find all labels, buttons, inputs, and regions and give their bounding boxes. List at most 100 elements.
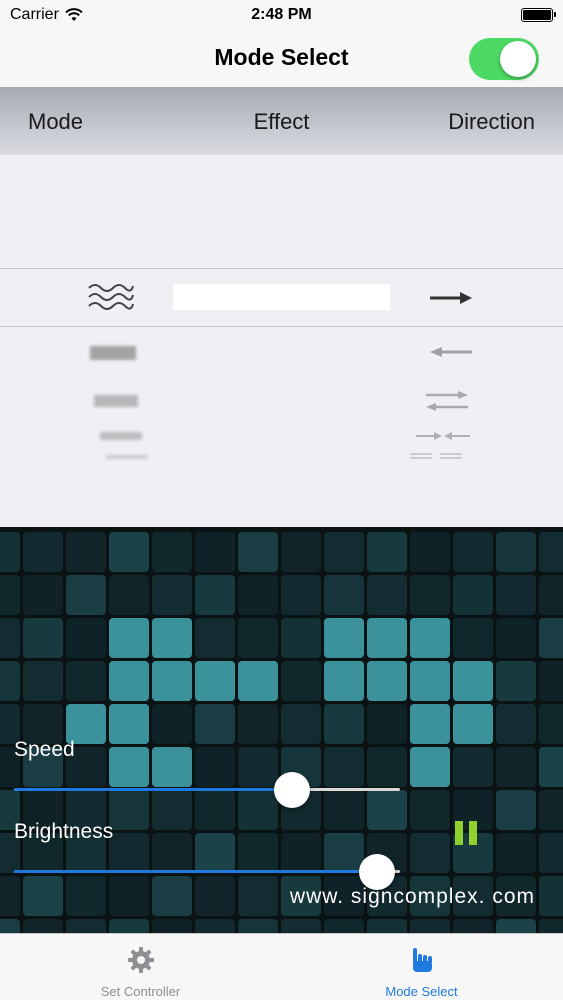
mode-picker[interactable] [0,155,563,527]
led-cell [195,919,235,933]
led-cell [410,661,450,701]
led-cell [539,833,563,873]
led-cell [23,919,63,933]
led-cell [324,532,364,572]
led-cell [367,661,407,701]
mode-option-faded [94,395,138,407]
pause-icon-bar [469,821,477,845]
tab-label: Mode Select [385,984,458,999]
hand-pointer-icon [413,948,432,972]
tab-label: Set Controller [100,984,181,999]
led-cell [410,790,450,830]
mode-option-faded [100,432,142,440]
arrows-outward-icon [410,453,462,459]
speed-label: Speed [14,738,75,761]
speed-slider-thumb[interactable] [273,772,310,808]
led-cell [367,919,407,933]
led-cell [324,618,364,658]
led-cell [152,575,192,615]
gear-icon [128,947,154,973]
tab-bar: Set Controller Mode Select [0,933,563,1000]
led-cell [453,704,493,744]
led-cell [410,704,450,744]
led-cell [496,833,536,873]
led-cell [367,704,407,744]
nav-bar: Mode Select [0,30,563,87]
led-cell [496,575,536,615]
led-cell [238,919,278,933]
led-cell [410,575,450,615]
led-cell [66,618,106,658]
led-cell [324,575,364,615]
picker-header: Mode Effect Direction [0,87,563,155]
speed-slider[interactable] [14,772,400,808]
led-cell [539,575,563,615]
arrows-inward-icon [416,432,470,440]
led-cell [66,532,106,572]
led-cell [0,661,20,701]
led-cell [109,919,149,933]
watermark-url: www. signcomplex. com [289,885,535,908]
led-cell [539,704,563,744]
led-cell [410,618,450,658]
picker-selection-bottom [0,326,563,327]
led-cell [496,747,536,787]
led-cell [496,919,536,933]
led-preview: Speed Brightness www. signcomplex. com [0,527,563,933]
led-cell [0,575,20,615]
arrows-opposite-icon [426,391,468,411]
led-cell [238,575,278,615]
mode-option-faded [90,346,136,360]
led-cell [109,618,149,658]
led-cell [152,704,192,744]
led-cell [0,618,20,658]
led-cell [539,618,563,658]
led-cell [152,532,192,572]
led-cell [195,575,235,615]
led-cell [66,919,106,933]
mode-toggle[interactable] [469,38,539,80]
led-cell [152,661,192,701]
led-cell [195,704,235,744]
led-cell [539,919,563,933]
led-cell [453,747,493,787]
led-cell [367,532,407,572]
led-cell [410,532,450,572]
led-cell [496,661,536,701]
led-cell [281,532,321,572]
led-cell [324,919,364,933]
battery-icon [521,8,556,22]
led-cell [367,618,407,658]
led-cell [324,661,364,701]
status-time: 2:48 PM [251,6,312,23]
led-cell [496,790,536,830]
pause-icon-bar [455,821,463,845]
led-cell [496,618,536,658]
led-cell [410,833,450,873]
tab-mode-select[interactable]: Mode Select [281,934,562,1000]
wave-mode-icon[interactable] [86,281,136,311]
led-cell [23,661,63,701]
toggle-knob [500,41,536,77]
brightness-slider-fill [14,870,377,873]
led-cell [238,704,278,744]
led-cell [539,532,563,572]
tab-set-controller[interactable]: Set Controller [0,934,281,1000]
led-cell [410,747,450,787]
led-cell [66,575,106,615]
led-cell [152,618,192,658]
led-cell [410,919,450,933]
led-cell [453,661,493,701]
led-cell [453,575,493,615]
arrow-right-icon[interactable] [430,292,472,304]
led-cell [109,575,149,615]
led-cell [23,575,63,615]
led-cell [0,532,20,572]
effect-selected-field[interactable] [173,284,390,310]
led-cell [453,618,493,658]
led-cell [0,919,20,933]
led-cell [453,919,493,933]
led-cell [324,704,364,744]
led-cell [195,532,235,572]
pause-button[interactable] [455,821,477,845]
